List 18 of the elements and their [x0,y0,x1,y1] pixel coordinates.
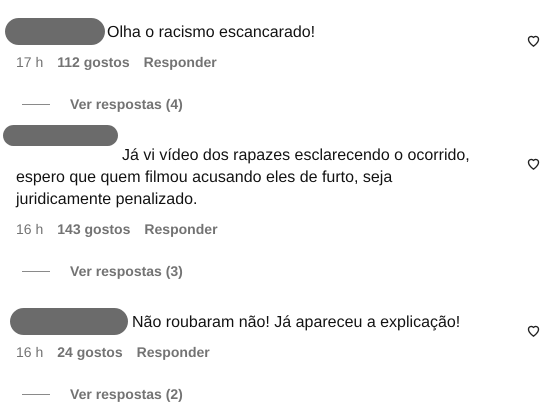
likes-count: 112 gostos [57,53,130,72]
view-replies-link[interactable]: Ver respostas (4) [70,94,183,114]
comment-time: 16 h [16,220,44,239]
comment-text: Já vi vídeo dos rapazes esclarecendo o ocorrido, espero que quem filmou acusando eles de furto, seja juridicamente penalizado. [16,147,470,208]
comment-text: Não roubaram não! Já apareceu a explicação! [132,314,460,331]
heart-icon[interactable] [526,323,541,338]
reply-link[interactable]: Responder [144,219,218,239]
likes-count: 143 gostos [57,220,130,239]
view-replies-link[interactable]: Ver respostas (3) [70,261,183,281]
view-replies-link[interactable]: Ver respostas (2) [70,384,183,404]
comment-time: 16 h [16,343,44,362]
comment-text: Olha o racismo escancarado! [107,24,316,41]
comment-time: 17 h [16,53,44,72]
heart-icon[interactable] [526,156,541,171]
likes-count: 24 gostos [57,343,123,362]
heart-icon[interactable] [526,33,541,48]
reply-link[interactable]: Responder [144,52,217,72]
reply-link[interactable]: Responder [136,342,210,362]
